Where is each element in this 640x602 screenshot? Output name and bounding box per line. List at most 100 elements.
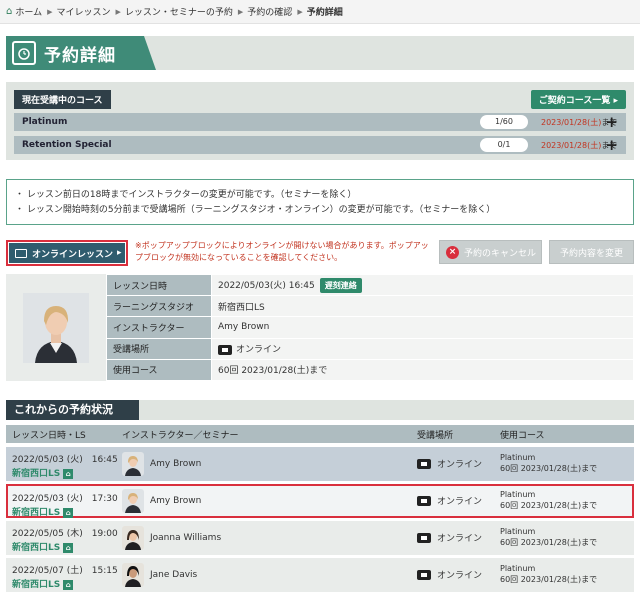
detail-value: Amy Brown [211,316,634,339]
upcoming-row[interactable]: 2022/05/07 (土) 15:15 新宿西口LS ⌂ Jane Davis … [6,558,634,592]
row-course-name: Platinum [500,490,536,499]
monitor-icon [417,569,431,580]
course-list-button[interactable]: ご契約コース一覧 ▸ [530,89,626,109]
course-row[interactable]: Platinum 1/60 2023/01/28(土)まで + [14,113,626,131]
booking-detail: レッスン日時 2022/05/03(火) 16:45 遅刻連絡 ラーニングスタジオ… [6,273,634,382]
upcoming-row[interactable]: 2022/05/03 (火) 16:45 新宿西口LS ⌂ Amy Brown オ… [6,447,634,481]
chevron-right-icon: ▸ [613,95,618,106]
row-place: オンライン [417,531,482,544]
row-course-name: Platinum [500,527,536,536]
column-header: レッスン日時・LS [12,430,86,441]
page-title-tab: 予約詳細 [6,36,156,70]
detail-key: 受講場所 [106,337,212,360]
course-until-date: 2023/01/28(土) [541,117,602,127]
instructor-photo [23,292,89,363]
row-course-detail: 60回 2023/01/28(土)まで [500,501,598,510]
chevron-right-icon: ▶ [237,7,244,16]
row-ls: 新宿西口LS ⌂ [12,577,74,590]
course-row[interactable]: Retention Special 0/1 2023/01/28(土)まで + [14,136,626,154]
cancel-booking-button[interactable]: × 予約のキャンセル [439,240,542,264]
detail-value: オンライン [211,337,634,360]
breadcrumb: ⌂ ホーム ▶ マイレッスン ▶ レッスン・セミナーの予約 ▶ 予約の確認 ▶ … [0,0,640,24]
online-lesson-label: オンラインレッスン [32,249,114,260]
course-name: Retention Special [22,140,112,150]
row-ls-name: 新宿西口LS [12,580,61,590]
row-ls: 新宿西口LS ⌂ [12,505,74,518]
page-title: 予約詳細 [44,45,116,66]
breadcrumb-confirm[interactable]: 予約の確認 [247,5,292,18]
detail-key: ラーニングスタジオ [106,295,212,318]
detail-value: 2022/05/03(火) 16:45 遅刻連絡 [211,273,634,297]
row-instructor: Amy Brown [150,496,202,506]
row-place-label: オンライン [437,497,483,507]
course-name: Platinum [22,117,68,127]
row-course-detail: 60回 2023/01/28(土)まで [500,464,598,473]
breadcrumb-booking[interactable]: レッスン・セミナーの予約 [125,5,233,18]
row-datetime: 2022/05/07 (土) 15:15 [12,566,118,576]
row-course-detail: 60回 2023/01/28(土)まで [500,575,598,584]
home-icon[interactable]: ⌂ [6,6,12,17]
row-course: Platinum 60回 2023/01/28(土)まで [500,563,597,585]
course-count: 1/60 [480,115,528,129]
row-datetime: 2022/05/03 (火) 17:30 [12,494,118,504]
row-ls-name: 新宿西口LS [12,508,61,518]
home-icon: ⌂ [63,542,74,553]
row-course: Platinum 60回 2023/01/28(土)まで [500,452,597,474]
row-place: オンライン [417,568,482,581]
notice-box: ・ レッスン前日の18時までインストラクターの変更が可能です。（セミナーを除く）… [6,179,634,225]
detail-place: オンライン [236,345,282,356]
detail-key: レッスン日時 [106,273,212,297]
action-bar: オンラインレッスン ▸ ※ポップアップブロックによりオンラインが開けない場合があ… [6,239,634,267]
upcoming-row-selected[interactable]: 2022/05/03 (火) 17:30 新宿西口LS ⌂ Amy Brown オ… [6,484,634,518]
row-course-name: Platinum [500,453,536,462]
chevron-right-icon: ▶ [297,7,303,16]
row-instructor: Jane Davis [150,570,198,580]
monitor-icon [417,458,431,469]
row-ls: 新宿西口LS ⌂ [12,466,74,479]
row-course-detail: 60回 2023/01/28(土)まで [500,538,598,547]
course-until-date: 2023/01/28(土) [541,140,602,150]
monitor-icon [417,532,431,543]
monitor-icon [417,495,431,506]
row-course-name: Platinum [500,564,536,573]
row-place-label: オンライン [437,460,483,470]
avatar [122,563,144,587]
notice-line: ・ レッスン前日の18時までインストラクターの変更が可能です。（セミナーを除く） [15,190,357,200]
detail-value: 60回 2023/01/28(土)まで [211,358,634,382]
breadcrumb-current: 予約詳細 [306,8,343,18]
row-datetime: 2022/05/03 (火) 16:45 [12,455,118,465]
monitor-icon [218,344,232,355]
popup-note: ※ポップアップブロックによりオンラインが開けない場合があります。ポップアップブロ… [135,241,429,262]
breadcrumb-home[interactable]: ホーム [15,5,42,18]
row-place: オンライン [417,457,482,470]
notice-line: ・ レッスン開始時刻の5分前まで受講場所（ラーニングスタジオ・オンライン）の変更… [15,205,496,215]
avatar [122,489,144,513]
detail-table: レッスン日時 2022/05/03(火) 16:45 遅刻連絡 ラーニングスタジオ… [106,273,634,382]
home-icon: ⌂ [63,468,74,479]
row-ls: 新宿西口LS ⌂ [12,540,74,553]
plus-icon[interactable]: + [605,137,618,153]
detail-key: 使用コース [106,358,212,382]
close-icon: × [446,245,459,259]
page-title-bar: 予約詳細 [6,36,634,70]
upcoming-list: 2022/05/03 (火) 16:45 新宿西口LS ⌂ Amy Brown オ… [6,447,634,592]
detail-value: 新宿西口LS [211,295,634,318]
home-icon: ⌂ [63,507,74,518]
online-lesson-button[interactable]: オンラインレッスン ▸ [6,240,128,266]
avatar [122,452,144,476]
change-booking-button[interactable]: 予約内容を変更 [549,240,634,264]
home-icon: ⌂ [63,579,74,590]
current-courses-label: 現在受講中のコース [14,89,111,109]
upcoming-row[interactable]: 2022/05/05 (木) 19:00 新宿西口LS ⌂ Joanna Will… [6,521,634,555]
avatar [122,526,144,550]
column-header: 受講場所 [417,430,454,441]
instructor-photo-area [6,274,106,381]
row-course: Platinum 60回 2023/01/28(土)まで [500,489,597,511]
chevron-right-icon: ▸ [117,248,122,258]
row-place: オンライン [417,494,482,507]
breadcrumb-my-lesson[interactable]: マイレッスン [56,5,110,18]
late-notice-button[interactable]: 遅刻連絡 [319,277,362,293]
course-count: 0/1 [480,138,528,152]
row-course: Platinum 60回 2023/01/28(土)まで [500,526,597,548]
plus-icon[interactable]: + [605,114,618,130]
